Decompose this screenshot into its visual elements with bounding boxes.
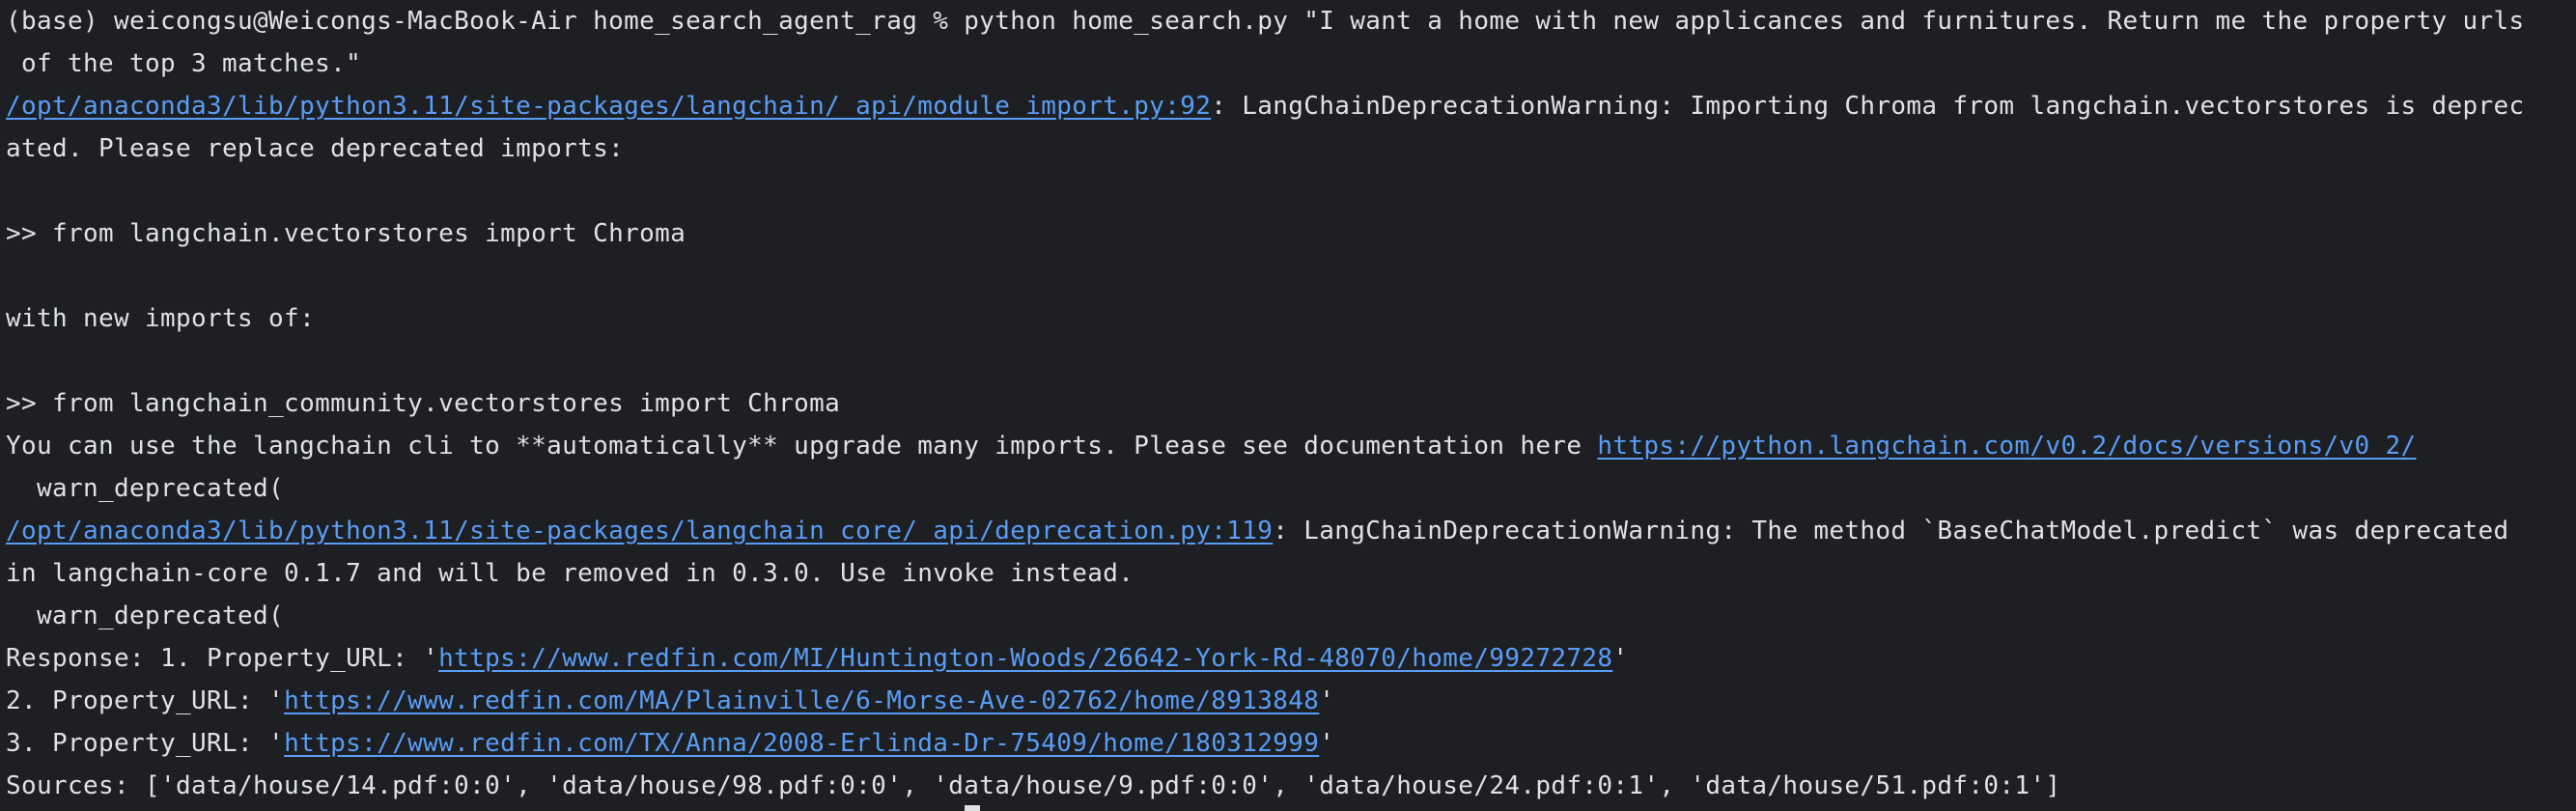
terminal-text: ated. Please replace deprecated imports: xyxy=(6,134,625,163)
terminal-text: 2. Property_URL: ' xyxy=(6,686,285,715)
terminal-line: of the top 3 matches." xyxy=(6,48,2576,91)
terminal-text: ' xyxy=(1319,686,1335,715)
terminal-text: of the top 3 matches." xyxy=(6,49,362,78)
terminal-window[interactable]: (base) weicongsu@Weicongs-MacBook-Air ho… xyxy=(0,0,2576,811)
terminal-line: >> from langchain.vectorstores import Ch… xyxy=(6,218,2576,261)
terminal-line: warn_deprecated( xyxy=(6,473,2576,516)
terminal-line: Response: 1. Property_URL: 'https://www.… xyxy=(6,643,2576,685)
terminal-text: >> from langchain_community.vectorstores… xyxy=(6,389,841,418)
terminal-text: : LangChainDeprecationWarning: Importing… xyxy=(1211,92,2525,121)
terminal-line: ated. Please replace deprecated imports: xyxy=(6,133,2576,176)
text-cursor xyxy=(965,805,980,811)
terminal-line: in langchain-core 0.1.7 and will be remo… xyxy=(6,558,2576,601)
terminal-text: Response: 1. Property_URL: ' xyxy=(6,644,439,673)
terminal-text: with new imports of: xyxy=(6,304,316,333)
terminal-text: warn_deprecated( xyxy=(6,601,285,630)
terminal-line: warn_deprecated( xyxy=(6,601,2576,643)
terminal-line: /opt/anaconda3/lib/python3.11/site-packa… xyxy=(6,516,2576,558)
terminal-line: You can use the langchain cli to **autom… xyxy=(6,431,2576,473)
terminal-output: (base) weicongsu@Weicongs-MacBook-Air ho… xyxy=(6,6,2576,811)
terminal-text: >> from langchain.vectorstores import Ch… xyxy=(6,219,686,248)
terminal-link[interactable]: /opt/anaconda3/lib/python3.11/site-packa… xyxy=(6,517,1273,545)
terminal-line: /opt/anaconda3/lib/python3.11/site-packa… xyxy=(6,91,2576,133)
terminal-line: Sources: ['data/house/14.pdf:0:0', 'data… xyxy=(6,770,2576,811)
terminal-text: : LangChainDeprecationWarning: The metho… xyxy=(1273,517,2509,545)
terminal-line: with new imports of: xyxy=(6,303,2576,346)
terminal-text: in langchain-core 0.1.7 and will be remo… xyxy=(6,559,1134,588)
terminal-line: >> from langchain_community.vectorstores… xyxy=(6,388,2576,431)
terminal-text: You can use the langchain cli to **autom… xyxy=(6,432,1598,461)
terminal-text: ' xyxy=(1612,644,1629,673)
terminal-line: (base) weicongsu@Weicongs-MacBook-Air ho… xyxy=(6,6,2576,48)
terminal-line: 2. Property_URL: 'https://www.redfin.com… xyxy=(6,685,2576,728)
terminal-link[interactable]: https://www.redfin.com/TX/Anna/2008-Erli… xyxy=(284,729,1319,758)
terminal-link[interactable]: /opt/anaconda3/lib/python3.11/site-packa… xyxy=(6,92,1211,121)
terminal-link[interactable]: https://python.langchain.com/v0.2/docs/v… xyxy=(1597,432,2416,461)
terminal-link[interactable]: https://www.redfin.com/MA/Plainville/6-M… xyxy=(284,686,1319,715)
terminal-text: warn_deprecated( xyxy=(6,474,285,503)
terminal-text: ' xyxy=(1319,729,1335,758)
terminal-link[interactable]: https://www.redfin.com/MI/Huntington-Woo… xyxy=(438,644,1612,673)
terminal-line: 3. Property_URL: 'https://www.redfin.com… xyxy=(6,728,2576,770)
terminal-text: 3. Property_URL: ' xyxy=(6,729,285,758)
terminal-text: Sources: ['data/house/14.pdf:0:0', 'data… xyxy=(6,771,2061,800)
terminal-text: (base) weicongsu@Weicongs-MacBook-Air ho… xyxy=(6,7,2525,36)
